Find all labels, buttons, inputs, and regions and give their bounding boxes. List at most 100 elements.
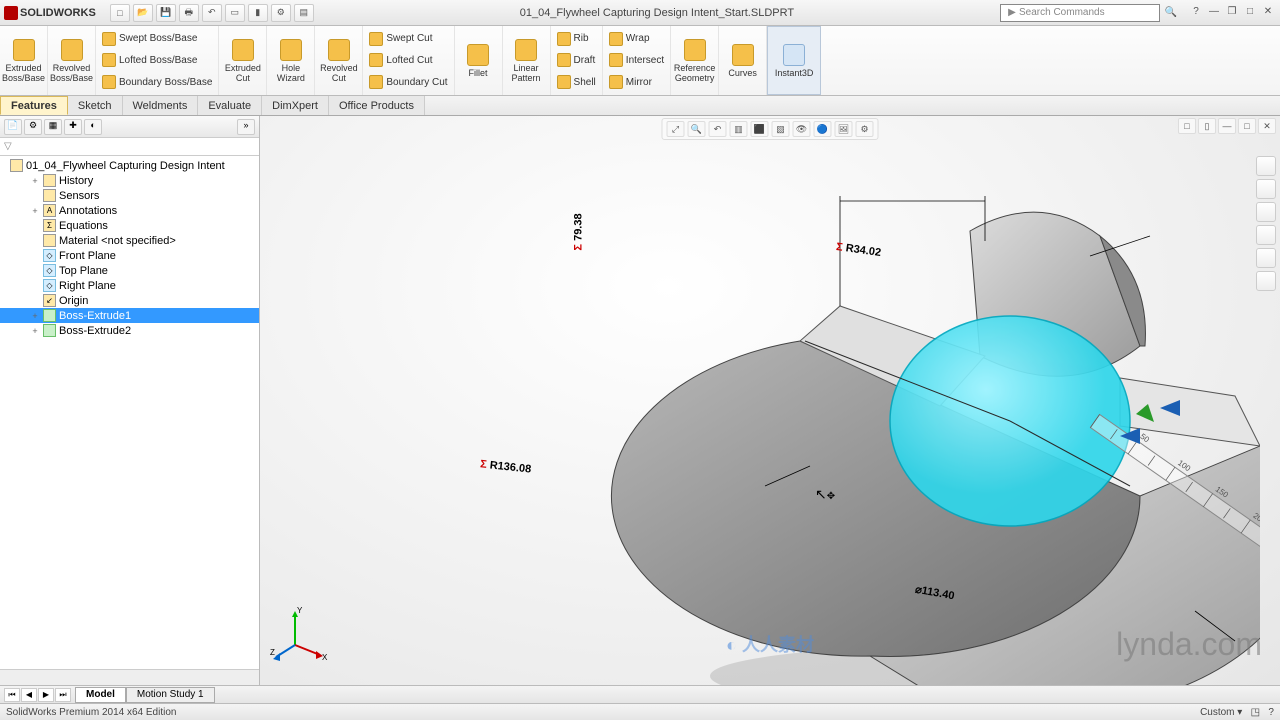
- hole-wizard-button[interactable]: Hole Wizard: [267, 26, 315, 95]
- boundary-boss-button[interactable]: Boundary Boss/Base: [102, 72, 212, 92]
- graphics-viewport[interactable]: ⤢ 🔍 ↶ ▥ ⬛ ▧ 👁 🔵 🖼 ⚙ □ ▯ — □ ✕: [260, 116, 1280, 685]
- expander-icon[interactable]: +: [30, 176, 40, 186]
- draft-icon: [557, 53, 571, 67]
- tab-model[interactable]: Model: [75, 687, 126, 703]
- appearance-button[interactable]: 🔵: [814, 121, 832, 137]
- view-orient-button[interactable]: ⬛: [751, 121, 769, 137]
- section-view-button[interactable]: ▥: [730, 121, 748, 137]
- nav-next-button[interactable]: ▶: [38, 688, 54, 702]
- prev-view-button[interactable]: ↶: [709, 121, 727, 137]
- sensors-icon: [43, 189, 56, 202]
- fillet-button[interactable]: Fillet: [455, 26, 503, 95]
- zoom-area-button[interactable]: 🔍: [688, 121, 706, 137]
- new-button[interactable]: □: [110, 4, 130, 22]
- tree-equations[interactable]: ΣEquations: [0, 218, 259, 233]
- tab-dimxpert[interactable]: DimXpert: [262, 96, 329, 115]
- tree-right-plane[interactable]: ◇Right Plane: [0, 278, 259, 293]
- viewport-min-button[interactable]: —: [1218, 118, 1236, 134]
- hide-show-button[interactable]: 👁: [793, 121, 811, 137]
- scene-button[interactable]: 🖼: [835, 121, 853, 137]
- zoom-fit-button[interactable]: ⤢: [667, 121, 685, 137]
- swept-cut-button[interactable]: Swept Cut: [369, 29, 447, 49]
- nav-prev-button[interactable]: ◀: [21, 688, 37, 702]
- status-units[interactable]: Custom: [1200, 707, 1234, 718]
- tree-boss-extrude1[interactable]: +Boss-Extrude1: [0, 308, 259, 323]
- wrap-button[interactable]: Wrap: [609, 29, 664, 49]
- viewport-dual-button[interactable]: ▯: [1198, 118, 1216, 134]
- expander-icon[interactable]: +: [30, 206, 40, 216]
- instant3d-button[interactable]: Instant3D: [767, 26, 821, 95]
- restore-button[interactable]: ❐: [1224, 6, 1240, 20]
- nav-first-button[interactable]: ⏮: [4, 688, 20, 702]
- curves-button[interactable]: Curves: [719, 26, 767, 95]
- tree-tab-dimxpert[interactable]: ✚: [64, 119, 82, 135]
- intersect-button[interactable]: Intersect: [609, 50, 664, 70]
- viewport-max-button[interactable]: □: [1238, 118, 1256, 134]
- nav-last-button[interactable]: ⏭: [55, 688, 71, 702]
- lofted-cut-button[interactable]: Lofted Cut: [369, 50, 447, 70]
- rib-icon: [557, 32, 571, 46]
- tree-origin[interactable]: ↙Origin: [0, 293, 259, 308]
- extruded-boss-button[interactable]: Extruded Boss/Base: [0, 26, 48, 95]
- viewport-corner-controls: □ ▯ — □ ✕: [1178, 118, 1276, 134]
- tab-features[interactable]: Features: [0, 96, 68, 115]
- tree-filter[interactable]: ▽: [0, 138, 259, 156]
- tab-evaluate[interactable]: Evaluate: [198, 96, 262, 115]
- tree-top-plane[interactable]: ◇Top Plane: [0, 263, 259, 278]
- search-input[interactable]: ▶ Search Commands: [1000, 4, 1160, 22]
- print-button[interactable]: 🖶: [179, 4, 199, 22]
- shell-button[interactable]: Shell: [557, 72, 596, 92]
- tree-tab-property[interactable]: ⚙: [24, 119, 42, 135]
- tree-history[interactable]: +History: [0, 173, 259, 188]
- dim-height[interactable]: Σ 79.38: [573, 213, 585, 250]
- save-button[interactable]: 💾: [156, 4, 176, 22]
- close-button[interactable]: ✕: [1260, 6, 1276, 20]
- revolved-boss-button[interactable]: Revolved Boss/Base: [48, 26, 96, 95]
- boundary-cut-button[interactable]: Boundary Cut: [369, 72, 447, 92]
- tab-motion-study[interactable]: Motion Study 1: [126, 687, 215, 703]
- viewport-close-button[interactable]: ✕: [1258, 118, 1276, 134]
- view-button[interactable]: ▤: [294, 4, 314, 22]
- linear-pattern-button[interactable]: Linear Pattern: [503, 26, 551, 95]
- viewport-single-button[interactable]: □: [1178, 118, 1196, 134]
- tree-front-plane[interactable]: ◇Front Plane: [0, 248, 259, 263]
- plane-icon: ◇: [43, 264, 56, 277]
- view-settings-button[interactable]: ⚙: [856, 121, 874, 137]
- dim-r2[interactable]: Σ R136.08: [480, 458, 532, 475]
- tree-boss-extrude2[interactable]: +Boss-Extrude2: [0, 323, 259, 338]
- minimize-button[interactable]: —: [1206, 6, 1222, 20]
- open-button[interactable]: 📂: [133, 4, 153, 22]
- search-icon[interactable]: 🔍: [1164, 6, 1178, 20]
- tab-sketch[interactable]: Sketch: [68, 96, 123, 115]
- tree-tab-config[interactable]: ▦: [44, 119, 62, 135]
- extruded-cut-button[interactable]: Extruded Cut: [219, 26, 267, 95]
- rib-button[interactable]: Rib: [557, 29, 596, 49]
- undo-button[interactable]: ↶: [202, 4, 222, 22]
- tree-material[interactable]: Material <not specified>: [0, 233, 259, 248]
- fillet-icon: [467, 44, 489, 66]
- rebuild-button[interactable]: ▮: [248, 4, 268, 22]
- tree-tab-feature[interactable]: 📄: [4, 119, 22, 135]
- options-button[interactable]: ⚙: [271, 4, 291, 22]
- tree-sensors[interactable]: Sensors: [0, 188, 259, 203]
- tab-weldments[interactable]: Weldments: [123, 96, 199, 115]
- draft-button[interactable]: Draft: [557, 50, 596, 70]
- lofted-boss-button[interactable]: Lofted Boss/Base: [102, 50, 212, 70]
- tree-tab-display[interactable]: ◐: [84, 119, 102, 135]
- reference-geometry-button[interactable]: Reference Geometry: [671, 26, 719, 95]
- tree-hscroll[interactable]: [0, 669, 259, 685]
- maximize-button[interactable]: □: [1242, 6, 1258, 20]
- expander-icon[interactable]: +: [30, 311, 40, 321]
- display-style-button[interactable]: ▧: [772, 121, 790, 137]
- tab-office[interactable]: Office Products: [329, 96, 425, 115]
- expander-icon[interactable]: +: [30, 326, 40, 336]
- swept-boss-button[interactable]: Swept Boss/Base: [102, 29, 212, 49]
- tree-expand-button[interactable]: »: [237, 119, 255, 135]
- select-button[interactable]: ▭: [225, 4, 245, 22]
- mirror-button[interactable]: Mirror: [609, 72, 664, 92]
- tree-root[interactable]: 01_04_Flywheel Capturing Design Intent: [0, 158, 259, 173]
- tree-annotations[interactable]: +AAnnotations: [0, 203, 259, 218]
- app-logo: SOLIDWORKS: [4, 6, 96, 20]
- help-button[interactable]: ?: [1188, 6, 1204, 20]
- revolved-cut-button[interactable]: Revolved Cut: [315, 26, 363, 95]
